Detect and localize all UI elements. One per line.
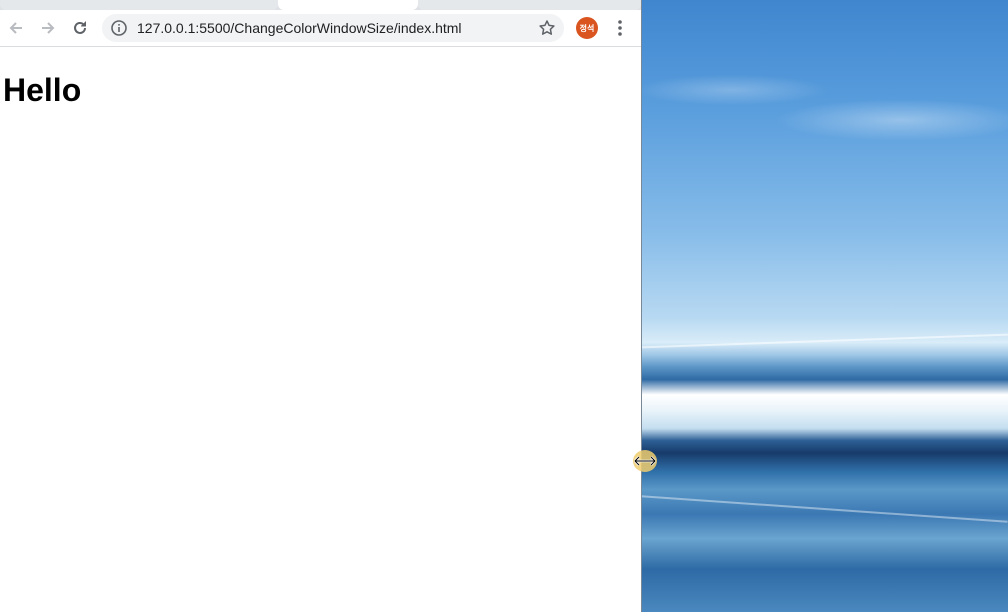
profile-initials: 정석 [579,23,595,33]
double-arrow-icon [634,456,656,466]
info-circle-icon[interactable] [110,19,128,37]
tab-inactive[interactable] [0,0,278,10]
wallpaper-streak [641,333,1008,349]
star-outline-icon[interactable] [538,19,556,37]
tab-active[interactable] [278,0,418,10]
profile-avatar[interactable]: 정석 [576,17,598,39]
arrow-right-icon [42,22,55,34]
back-button[interactable] [2,14,30,42]
browser-toolbar: 127.0.0.1:5500/ChangeColorWindowSize/ind… [0,10,641,47]
page-heading: Hello [3,72,82,108]
wallpaper-streak [641,495,1008,523]
kebab-menu-icon[interactable] [608,16,632,40]
tab-strip [0,0,641,10]
address-bar-url[interactable]: 127.0.0.1:5500/ChangeColorWindowSize/ind… [137,14,462,42]
browser-window: 127.0.0.1:5500/ChangeColorWindowSize/ind… [0,0,641,612]
tab-inactive[interactable] [418,0,641,10]
reload-button[interactable] [66,14,94,42]
page-viewport: Hello [0,47,641,612]
forward-button[interactable] [34,14,62,42]
desktop-wallpaper [641,0,1008,612]
reload-icon [74,21,86,34]
horizontal-resize-cursor-icon [633,450,657,472]
arrow-left-icon [9,22,22,34]
address-bar[interactable]: 127.0.0.1:5500/ChangeColorWindowSize/ind… [102,14,564,42]
